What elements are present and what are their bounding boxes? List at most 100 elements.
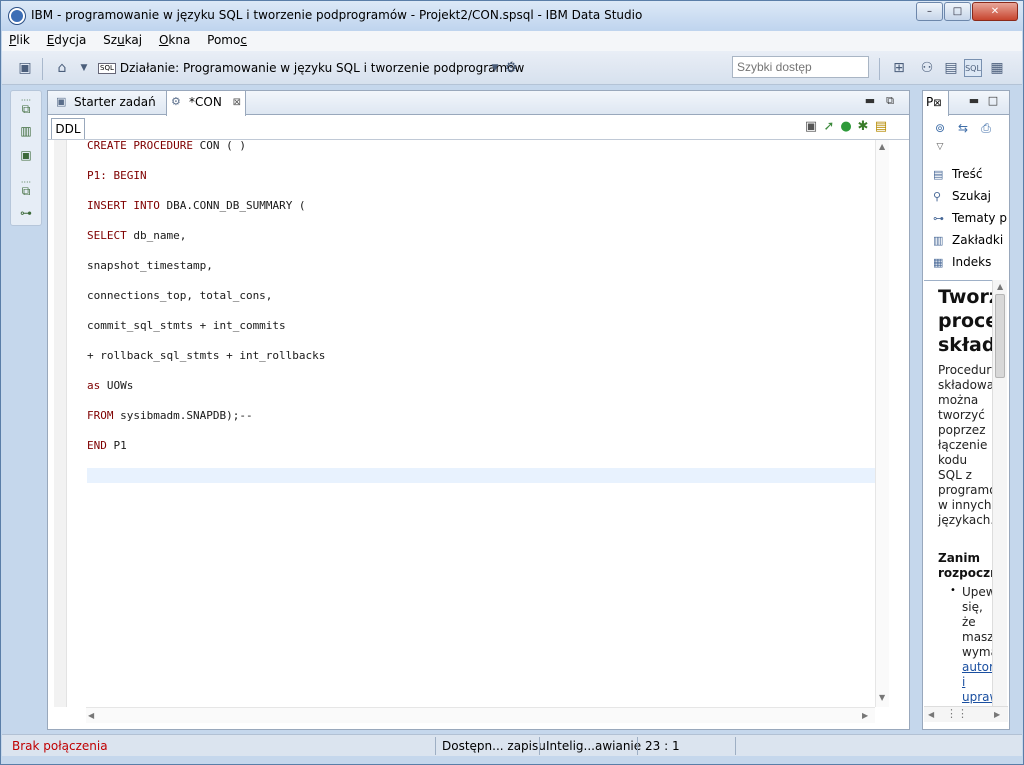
help-item-content[interactable]: ▤ Treść (933, 164, 982, 184)
restore-icon[interactable]: ⧉ (18, 101, 34, 117)
help-body: Procedury składowane można tworzyć poprz… (938, 363, 992, 527)
search-icon: ⚲ (933, 190, 942, 203)
code-line: + rollback_sql_stmts + int_rollbacks (87, 349, 326, 362)
index-icon: ▦ (933, 256, 944, 269)
help-title: Tworzenie procedur składowanych (938, 286, 992, 356)
monitor-perspective-icon[interactable]: ▦ (988, 59, 1006, 77)
chevron-down-icon[interactable]: ▽ (932, 139, 948, 155)
help-content-pane: Tworzenie procedur składowanych Procedur… (924, 280, 992, 706)
close-tab-icon[interactable]: ⊠ (233, 91, 241, 114)
menu-window[interactable]: Okna (152, 31, 196, 47)
data-perspective-icon[interactable]: ▤ (942, 59, 960, 77)
properties-icon[interactable]: ▤ (873, 119, 889, 135)
editor-tab-bar: ▣ Starter zadań ⚙ *CON ⊠ ▬ ⧉ (48, 91, 909, 116)
help-vertical-scrollbar[interactable]: ▲ (992, 280, 1007, 706)
content-icon: ▤ (933, 168, 944, 181)
procedure-icon: ⚙ (171, 95, 181, 108)
outline-icon[interactable]: ⊶ (18, 205, 34, 221)
code-line: FROM sysibmadm.SNAPDB);-- (87, 409, 253, 422)
help-item-bookmarks[interactable]: ▥ Zakładki (933, 230, 1003, 250)
code-line: as UOWs (87, 379, 134, 392)
tab-con[interactable]: ⚙ *CON ⊠ (166, 91, 246, 116)
code-line: P1: BEGIN (87, 169, 147, 182)
window-title: IBM - programowanie w języku SQL i tworz… (31, 8, 643, 22)
editor-horizontal-scrollbar[interactable]: ◀ ▶ (86, 707, 875, 723)
quick-access-input[interactable] (732, 56, 869, 78)
toolbar-separator (42, 58, 43, 80)
save-icon[interactable]: ▣ (803, 119, 819, 135)
scroll-left-icon[interactable]: ◀ (928, 710, 934, 719)
sql-icon: SQL (98, 63, 116, 74)
code-line: commit_sql_stmts + int_commits (87, 319, 286, 332)
scroll-grip-icon[interactable]: ⋮⋮ (946, 707, 968, 720)
chevron-down-icon[interactable]: ▼ (75, 59, 93, 77)
clipboard-icon[interactable]: ▣ (18, 147, 34, 163)
minimize-pane-icon[interactable]: ▬ (863, 94, 877, 108)
user-perspective-icon[interactable]: ⚇ (918, 59, 936, 77)
code-editor[interactable]: CREATE PROCEDURE CON ( ) P1: BEGIN INSER… (54, 139, 875, 707)
title-bar[interactable]: IBM - programowanie w języku SQL i tworz… (1, 1, 1023, 31)
scroll-up-icon[interactable]: ▲ (879, 142, 885, 151)
scroll-down-icon[interactable]: ▼ (879, 693, 885, 702)
menu-edit[interactable]: Edycja (40, 31, 93, 47)
menu-search[interactable]: Szukaj (96, 31, 148, 47)
minimize-pane-icon[interactable]: ▬ (967, 94, 981, 108)
deploy-icon[interactable]: ➚ (821, 119, 837, 135)
code-line: END P1 (87, 439, 127, 452)
app-icon (9, 8, 25, 24)
help-item-topics[interactable]: ⊶ Tematy p (933, 208, 1007, 228)
sql-perspective-icon[interactable]: SQL (964, 59, 982, 77)
activity-settings-icon[interactable]: ⚙ (502, 59, 520, 77)
maximize-button[interactable]: □ (944, 2, 971, 21)
tab-label: *CON (189, 95, 222, 109)
restore-icon[interactable]: ⧉ (18, 183, 34, 199)
open-perspective-icon[interactable]: ⊞ (890, 59, 908, 77)
bullet-icon: • (950, 585, 956, 596)
help-item-search[interactable]: ⚲ Szukaj (933, 186, 991, 206)
editor-area: ▣ Starter zadań ⚙ *CON ⊠ ▬ ⧉ DDL ▣ ➚ ● ✱… (47, 90, 910, 730)
code-line: INSERT INTO DBA.CONN_DB_SUMMARY ( (87, 199, 306, 212)
home-icon[interactable]: ⌂ (53, 59, 71, 77)
code-line: connections_top, total_cons, (87, 289, 273, 302)
help-item-index[interactable]: ▦ Indeks (933, 252, 991, 272)
insert-mode-status: Intelig...awianie (546, 739, 642, 753)
map-icon[interactable]: ▥ (18, 123, 34, 139)
write-mode-status: Dostępn... zapisu (442, 739, 546, 753)
code-line: snapshot_timestamp, (87, 259, 213, 272)
sync-icon[interactable]: ⇆ (955, 120, 971, 136)
help-link-and[interactable]: i (962, 675, 965, 689)
debug-icon[interactable]: ✱ (855, 119, 871, 135)
scroll-right-icon[interactable]: ▶ (862, 711, 868, 720)
scroll-thumb[interactable] (995, 294, 1005, 378)
editor-vertical-scrollbar[interactable]: ▲ ▼ (875, 140, 889, 707)
menu-bar: Plik Edycja Szukaj Okna Pomoc (2, 31, 1022, 51)
help-view: P⊠ ▬ □ ⊚ ⇆ ⎙ ▽ ▤ Treść ⚲ Szukaj ⊶ Tematy p … (922, 90, 1010, 730)
minimize-button[interactable]: – (916, 2, 943, 21)
status-separator (435, 737, 436, 755)
tab-help[interactable]: P⊠ (923, 91, 949, 116)
menu-file[interactable]: Plik (2, 31, 36, 47)
task-launcher-icon[interactable]: ▣ (16, 59, 34, 77)
help-link-authorizations[interactable]: autoryzacje (962, 660, 992, 674)
print-icon[interactable]: ⎙ (978, 120, 994, 136)
close-tab-icon[interactable]: ⊠ (933, 98, 941, 109)
menu-help[interactable]: Pomoc (200, 31, 253, 47)
help-contents-icon[interactable]: ⊚ (932, 120, 948, 136)
current-line-highlight (87, 468, 875, 483)
maximize-pane-icon[interactable]: □ (986, 94, 1000, 108)
status-bar: Brak połączenia Dostępn... zapisu Inteli… (2, 734, 1022, 756)
help-horizontal-scrollbar[interactable]: ◀ ⋮⋮ ▶ (924, 706, 1008, 722)
toolbar-separator (879, 58, 880, 80)
close-button[interactable]: ✕ (972, 2, 1018, 21)
tab-starter[interactable]: ▣ Starter zadań (52, 91, 164, 115)
maximize-pane-icon[interactable]: ⧉ (883, 94, 897, 108)
scroll-right-icon[interactable]: ▶ (994, 710, 1000, 719)
activity-label: Działanie: Programowanie w języku SQL i … (119, 61, 525, 75)
scroll-left-icon[interactable]: ◀ (88, 711, 94, 720)
run-icon[interactable]: ● (838, 119, 854, 135)
code-line: SELECT db_name, (87, 229, 187, 242)
tab-ddl[interactable]: DDL (51, 118, 85, 140)
help-link-privileges[interactable]: uprawnienia (962, 690, 992, 704)
activity-selector[interactable]: SQL Działanie: Programowanie w języku SQL… (98, 59, 524, 77)
scroll-up-icon[interactable]: ▲ (997, 282, 1003, 291)
